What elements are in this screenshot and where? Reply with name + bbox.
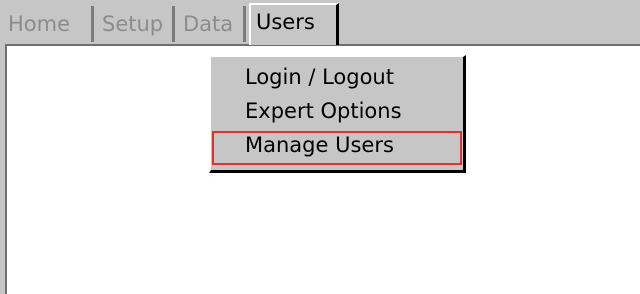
menu-item-login-logout[interactable]: Login / Logout [245,61,394,93]
tab-data[interactable]: Data [178,6,246,42]
tab-home-label: Home [8,12,71,36]
tab-users-label: Users [256,10,315,34]
tab-home[interactable]: Home [3,6,94,42]
tab-bar: Home Setup Data Users [0,0,640,45]
menu-item-expert-options-label: Expert Options [245,99,402,123]
tab-setup-label: Setup [102,12,164,36]
tab-setup[interactable]: Setup [97,6,175,42]
menu-item-manage-users-label: Manage Users [245,133,394,157]
menu-item-manage-users[interactable]: Manage Users [245,129,394,161]
users-dropdown-menu: Login / Logout Expert Options Manage Use… [209,55,466,173]
tab-data-label: Data [183,12,234,36]
menu-item-expert-options[interactable]: Expert Options [245,95,402,127]
app-window: Home Setup Data Users Login / Logout Exp… [0,0,640,294]
menu-item-login-logout-label: Login / Logout [245,65,394,89]
tab-users[interactable]: Users [249,3,339,45]
